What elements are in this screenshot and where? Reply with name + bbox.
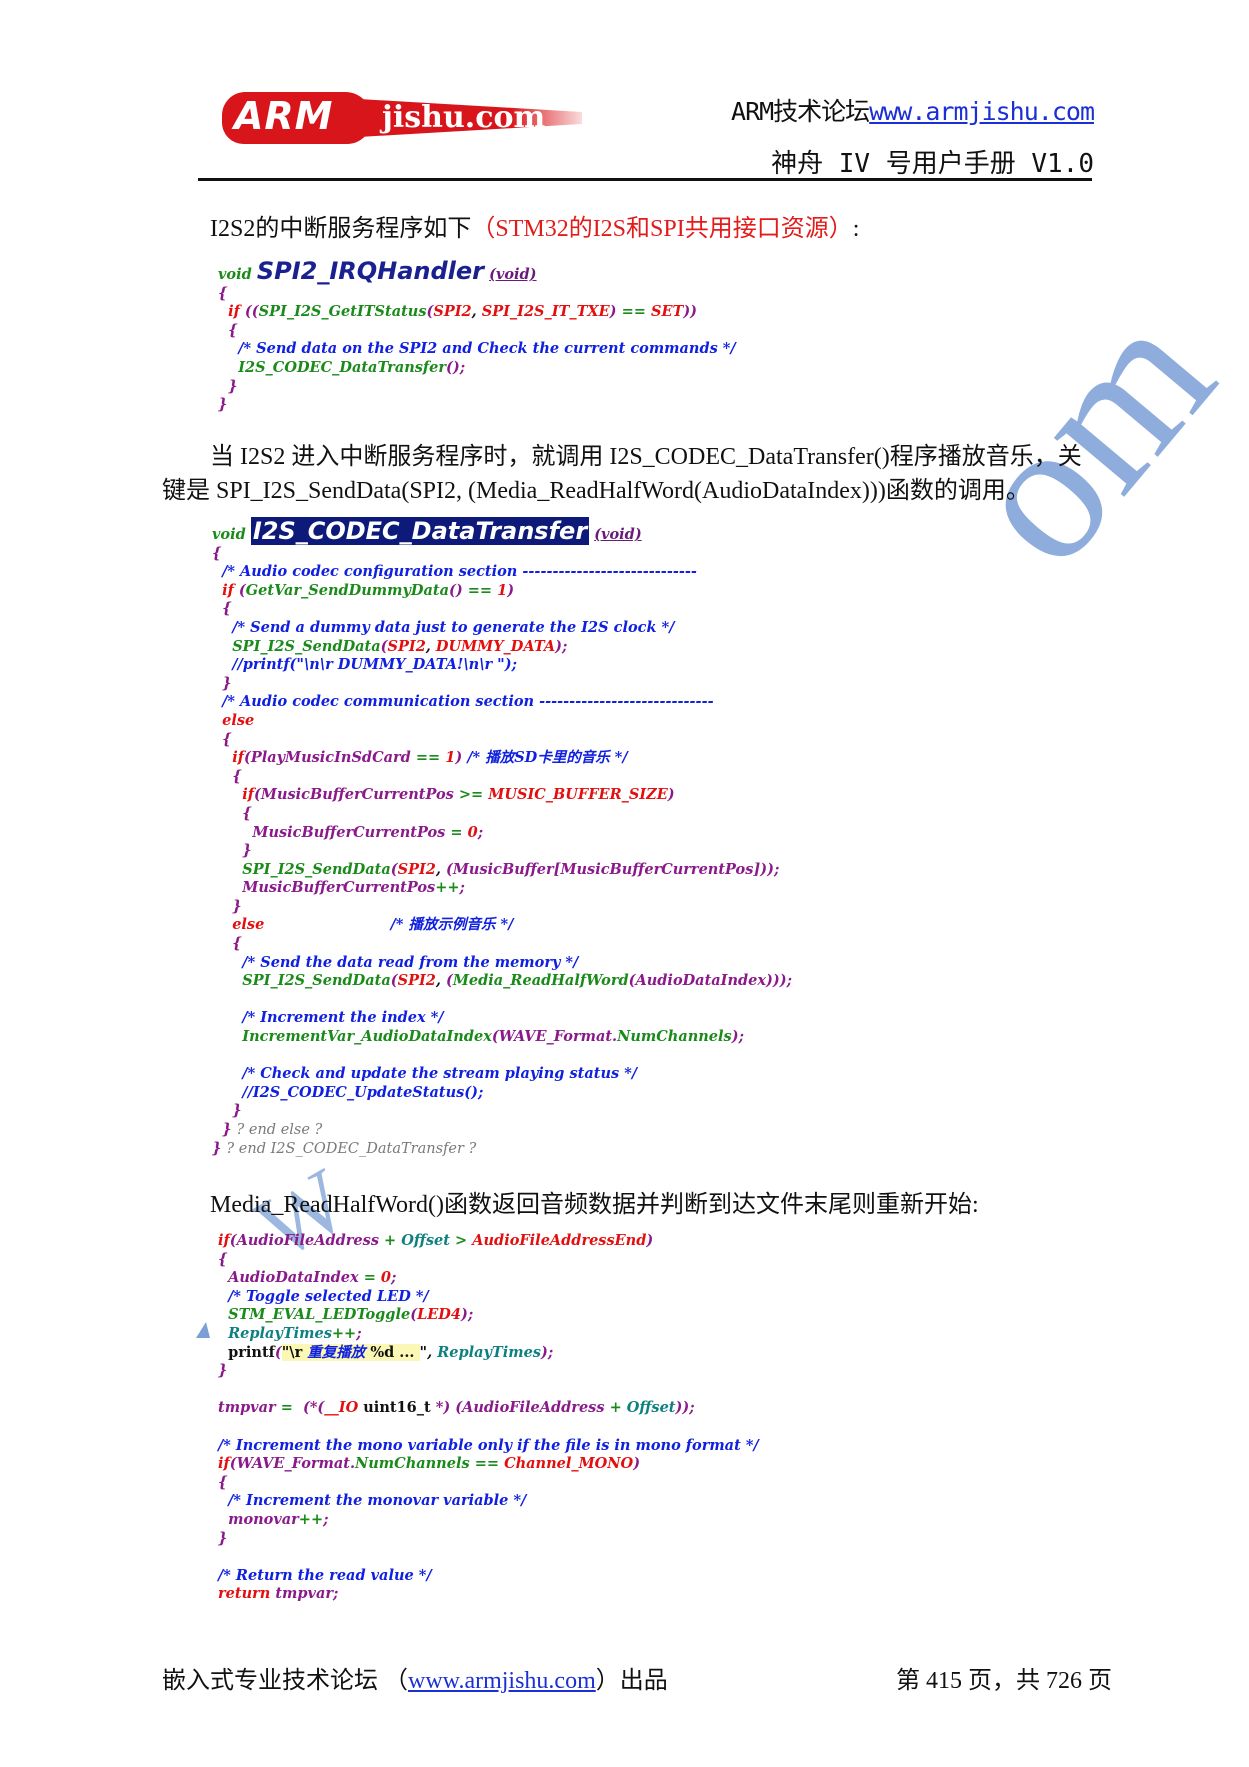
code-block-irq-handler: void SPI2_IRQHandler (void) { if ((SPI_I… (218, 257, 736, 414)
footer-suffix: ）出品 (595, 1668, 668, 1694)
forum-url-link[interactable]: www.armjishu.com (869, 97, 1095, 126)
code-comment: /* Send data on the SPI2 and Check the c… (238, 340, 736, 358)
function-params: (void) (594, 526, 642, 543)
paragraph-transfer-line1: 当 I2S2 进入中断服务程序时，就调用 I2S_CODEC_DataTrans… (210, 444, 1082, 470)
function-params: (void) (489, 266, 537, 283)
code-line: { (218, 284, 228, 302)
paragraph-irq-intro: I2S2的中断服务程序如下（STM32的I2S和SPI共用接口资源）: (210, 212, 859, 246)
paragraph-transfer-line2: 键是 SPI_I2S_SendData(SPI2, (Media_ReadHal… (162, 478, 1030, 504)
footer-forum-name: 嵌入式专业技术论坛 （ (162, 1668, 408, 1694)
watermark-mark (196, 1322, 210, 1338)
header-forum-line: ARM技术论坛www.armjishu.com (731, 92, 1095, 128)
code-block-data-transfer: void I2S_CODEC_DataTransfer (void) { /* … (212, 517, 792, 1157)
paragraph-read-halfword: Media_ReadHalfWord()函数返回音频数据并判断到达文件末尾则重新… (210, 1192, 979, 1218)
watermark-text: om (921, 267, 1249, 605)
function-name-selected: I2S_CODEC_DataTransfer (250, 517, 590, 545)
armjishu-logo[interactable]: ARM jishu.com (222, 86, 594, 150)
p1-text: I2S2的中断服务程序如下 (210, 216, 472, 242)
footer-credit: 嵌入式专业技术论坛 （www.armjishu.com）出品 (162, 1660, 668, 1695)
p1-note: （STM32的I2S和SPI共用接口资源） (471, 216, 853, 242)
return-type: void (218, 266, 252, 283)
logo-jishu-text: jishu.com (382, 100, 546, 135)
logo-arm-text: ARM (234, 94, 334, 138)
forum-label: ARM技术论坛 (731, 97, 870, 126)
header-divider (198, 178, 1092, 181)
p1-colon: : (852, 216, 860, 242)
manual-title: 神舟 IV 号用户手册 V1.0 (771, 149, 1094, 179)
return-type: void (212, 526, 246, 543)
page-number: 第 415 页，共 726 页 (896, 1668, 1112, 1694)
footer-url-link[interactable]: www.armjishu.com (408, 1668, 596, 1694)
code-block-read-halfword: if(AudioFileAddress + Offset > AudioFile… (218, 1232, 759, 1603)
function-name: SPI2_IRQHandler (256, 257, 485, 285)
